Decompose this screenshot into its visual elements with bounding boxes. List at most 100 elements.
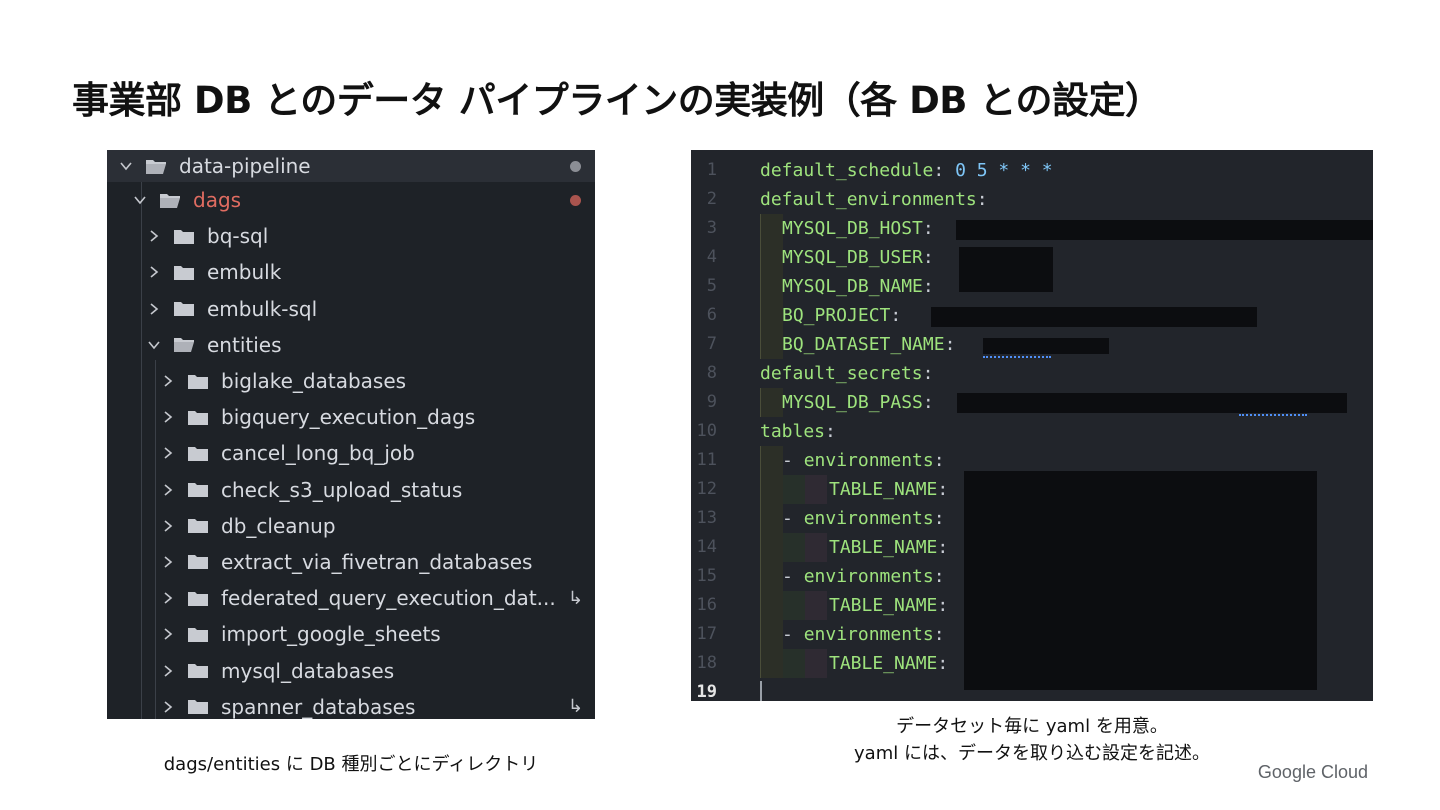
indent-guide bbox=[805, 649, 827, 678]
symlink-arrow-icon: ↳ bbox=[567, 696, 583, 718]
indent-guide bbox=[760, 591, 783, 620]
folder-icon bbox=[173, 228, 195, 245]
redacted-value bbox=[931, 307, 1257, 327]
line-number: 3 bbox=[706, 218, 717, 238]
indent-guide bbox=[760, 446, 783, 475]
line-number: 11 bbox=[696, 450, 717, 470]
folder-icon bbox=[187, 445, 209, 462]
slide-title: 事業部 DB とのデータ パイプラインの実装例（各 DB との設定） bbox=[72, 79, 1162, 122]
code-line: 9 MYSQL_DB_PASS: bbox=[691, 388, 1373, 417]
chevron-right-icon bbox=[147, 229, 161, 243]
tree-label: bigquery_execution_dags bbox=[221, 405, 476, 430]
indent-guide bbox=[760, 533, 783, 562]
tree-row-entities[interactable]: entities bbox=[107, 327, 595, 363]
line-number: 13 bbox=[696, 508, 717, 528]
redacted-value bbox=[956, 220, 1373, 240]
indent-guide bbox=[760, 649, 783, 678]
indent-guide bbox=[805, 533, 827, 562]
tree-row-entity[interactable]: db_cleanup bbox=[107, 508, 595, 544]
line-number: 2 bbox=[706, 189, 717, 209]
tree-label: extract_via_fivetran_databases bbox=[221, 549, 533, 574]
yaml-key: default_environments bbox=[760, 189, 977, 210]
tree-row-entity[interactable]: bigquery_execution_dags bbox=[107, 399, 595, 435]
code-line: 1 default_schedule: 0 5 * * * bbox=[691, 156, 1373, 185]
tree-row-dags[interactable]: dags bbox=[107, 182, 595, 218]
redacted-value bbox=[959, 268, 1053, 292]
tree-label: spanner_databases bbox=[221, 694, 416, 719]
folder-icon bbox=[187, 590, 209, 607]
tree-row-entity[interactable]: extract_via_fivetran_databases bbox=[107, 544, 595, 580]
tree-label: embulk bbox=[207, 260, 282, 285]
folder-icon bbox=[173, 300, 195, 317]
chevron-right-icon bbox=[161, 555, 175, 569]
spellcheck-squiggle bbox=[1239, 411, 1307, 416]
indent-guide bbox=[760, 388, 783, 417]
folder-icon bbox=[187, 662, 209, 679]
redacted-value bbox=[959, 247, 1053, 269]
chevron-down-icon bbox=[119, 159, 133, 173]
code-line: 8 default_secrets: bbox=[691, 359, 1373, 388]
code-editor[interactable]: 1 default_schedule: 0 5 * * * 2 default_… bbox=[691, 150, 1373, 701]
tree-row-bq-sql[interactable]: bq-sql bbox=[107, 218, 595, 254]
tree-label: cancel_long_bq_job bbox=[221, 441, 415, 466]
redacted-value bbox=[983, 338, 1109, 354]
indent-guide bbox=[783, 533, 805, 562]
chevron-right-icon bbox=[161, 446, 175, 460]
line-number: 12 bbox=[696, 479, 717, 499]
tree-row-entity[interactable]: federated_query_execution_dat... ↳ bbox=[107, 580, 595, 616]
tree-row-entity[interactable]: import_google_sheets bbox=[107, 616, 595, 652]
indent-guide bbox=[805, 475, 827, 504]
yaml-key: BQ_DATASET_NAME bbox=[782, 334, 945, 355]
indent-guide bbox=[760, 243, 783, 272]
folder-open-icon bbox=[145, 158, 167, 175]
folder-open-icon bbox=[173, 336, 195, 353]
folder-icon bbox=[187, 373, 209, 390]
redacted-table-names bbox=[964, 471, 1317, 690]
folder-icon bbox=[187, 517, 209, 534]
line-number: 9 bbox=[706, 392, 717, 412]
tree-row-entity[interactable]: spanner_databases ↳ bbox=[107, 689, 595, 719]
indent-guide bbox=[760, 475, 783, 504]
tree-label: db_cleanup bbox=[221, 513, 336, 538]
indent-guide bbox=[760, 620, 783, 649]
yaml-key: environments bbox=[803, 566, 934, 587]
yaml-key: MYSQL_DB_HOST bbox=[782, 218, 923, 239]
yaml-key: default_schedule bbox=[760, 160, 934, 181]
text-cursor bbox=[760, 681, 762, 701]
tree-row-entity[interactable]: check_s3_upload_status bbox=[107, 472, 595, 508]
yaml-key: BQ_PROJECT bbox=[782, 305, 891, 326]
code-line: 10 tables: bbox=[691, 417, 1373, 446]
line-number: 5 bbox=[706, 276, 717, 296]
chevron-right-icon bbox=[147, 265, 161, 279]
code-line: 5 MYSQL_DB_NAME: bbox=[691, 268, 1373, 301]
tree-row-entity[interactable]: cancel_long_bq_job bbox=[107, 435, 595, 471]
folder-icon bbox=[173, 264, 195, 281]
tree-label: check_s3_upload_status bbox=[221, 477, 463, 502]
yaml-key: tables bbox=[760, 421, 826, 442]
line-number: 17 bbox=[696, 624, 717, 644]
line-number: 4 bbox=[706, 247, 717, 267]
tree-row-entity[interactable]: biglake_databases bbox=[107, 363, 595, 399]
folder-icon bbox=[187, 553, 209, 570]
line-number: 10 bbox=[696, 421, 717, 441]
indent-guide bbox=[783, 649, 805, 678]
chevron-right-icon bbox=[161, 591, 175, 605]
yaml-key: environments bbox=[803, 624, 934, 645]
indent-guide bbox=[783, 591, 805, 620]
yaml-key: default_secrets bbox=[760, 363, 923, 384]
line-number: 18 bbox=[696, 653, 717, 673]
line-number: 16 bbox=[696, 595, 717, 615]
chevron-right-icon bbox=[161, 410, 175, 424]
caption-left: dags/entities に DB 種別ごとにディレクトリ bbox=[163, 754, 539, 775]
folder-icon bbox=[187, 698, 209, 715]
tree-label: mysql_databases bbox=[221, 658, 395, 683]
tree-label: embulk-sql bbox=[207, 296, 318, 321]
tree-row-entity[interactable]: mysql_databases bbox=[107, 652, 595, 688]
folder-open-icon bbox=[159, 192, 181, 209]
yaml-key: TABLE_NAME bbox=[829, 595, 938, 616]
tree-row-embulk-sql[interactable]: embulk-sql bbox=[107, 291, 595, 327]
tree-row-embulk[interactable]: embulk bbox=[107, 254, 595, 290]
indent-guide bbox=[805, 591, 827, 620]
indent-guide bbox=[783, 475, 805, 504]
tree-row-data-pipeline[interactable]: data-pipeline bbox=[107, 150, 595, 182]
